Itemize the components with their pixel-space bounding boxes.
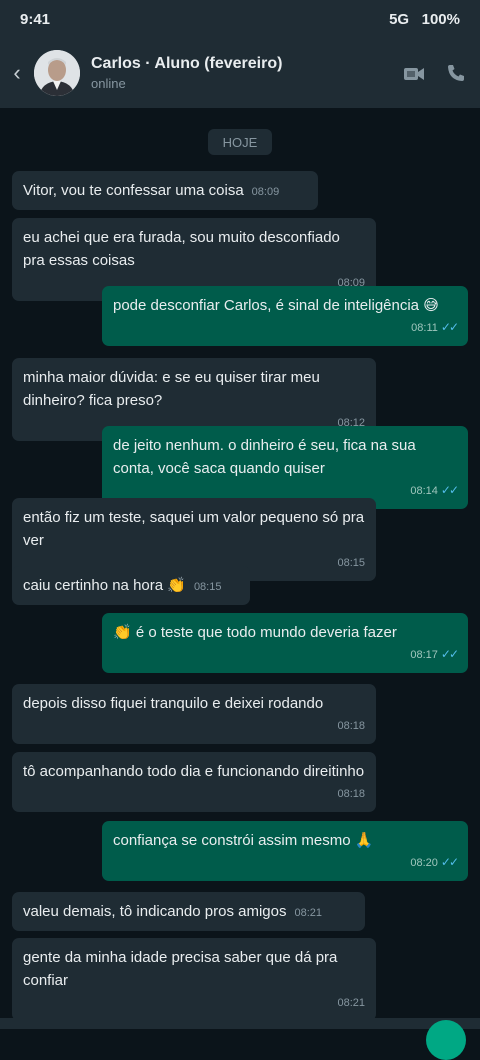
message-incoming[interactable]: valeu demais, tô indicando pros amigos 08… — [12, 892, 365, 931]
phone-icon[interactable] — [438, 55, 474, 91]
avatar[interactable] — [34, 50, 80, 96]
message-text: gente da minha idade precisa saber que d… — [23, 949, 338, 989]
message-incoming[interactable]: depois disso fiquei tranquilo e deixei r… — [12, 684, 376, 744]
message-text: caiu certinho na hora 👏 — [23, 577, 186, 594]
message-text: Vitor, vou te confessar uma coisa — [23, 182, 244, 199]
message-text: confiança se constrói assim mesmo 🙏 — [113, 832, 374, 849]
battery-indicator: 100% — [421, 10, 460, 28]
mic-button[interactable] — [426, 1020, 466, 1060]
message-text: pode desconfiar Carlos, é sinal de intel… — [113, 297, 439, 314]
message-time: 08:15 — [337, 557, 365, 569]
message-text: valeu demais, tô indicando pros amigos — [23, 903, 287, 920]
read-ticks-icon: ✓✓ — [440, 855, 459, 869]
back-arrow-icon[interactable]: ‹ — [0, 60, 34, 86]
message-time: 08:09 — [251, 186, 280, 198]
chat-area: HOJE Vitor, vou te confessar uma coisa 08… — [0, 108, 480, 1021]
message-text: tô acompanhando todo dia e funcionando d… — [23, 763, 365, 780]
message-time: 08:14 — [410, 485, 438, 497]
message-incoming[interactable]: caiu certinho na hora 👏 08:15 — [12, 566, 250, 605]
contact-info[interactable]: Carlos · Aluno (fevereiro) online — [91, 55, 396, 91]
message-incoming[interactable]: gente da minha idade precisa saber que d… — [12, 938, 376, 1021]
message-time: 08:20 — [410, 857, 438, 869]
message-outgoing[interactable]: pode desconfiar Carlos, é sinal de intel… — [102, 286, 468, 346]
date-chip: HOJE — [208, 129, 272, 155]
avatar-photo — [34, 50, 80, 96]
message-text: de jeito nenhum. o dinheiro é seu, fica … — [113, 437, 416, 477]
message-text: então fiz um teste, saquei um valor pequ… — [23, 509, 365, 549]
message-time: 08:17 — [410, 649, 438, 661]
input-bar[interactable] — [0, 1018, 480, 1029]
status-indicators: 5G 100% — [389, 11, 460, 28]
message-text: 👏 é o teste que todo mundo deveria fazer — [113, 624, 397, 641]
status-bar: 9:41 5G 100% — [0, 0, 480, 38]
message-time: 08:18 — [337, 788, 365, 800]
message-incoming[interactable]: tô acompanhando todo dia e funcionando d… — [12, 752, 376, 812]
contact-presence: online — [91, 76, 126, 91]
message-incoming[interactable]: Vitor, vou te confessar uma coisa 08:09 — [12, 171, 318, 210]
message-text: eu achei que era furada, sou muito desco… — [23, 229, 340, 269]
contact-name: Carlos · Aluno (fevereiro) — [91, 55, 283, 72]
chat-header: ‹ Carlos · Aluno (fevereiro) online — [0, 38, 480, 108]
message-time: 08:11 — [411, 322, 438, 334]
message-outgoing[interactable]: confiança se constrói assim mesmo 🙏 08:2… — [102, 821, 468, 881]
message-time: 08:21 — [294, 907, 323, 919]
message-text: minha maior dúvida: e se eu quiser tirar… — [23, 369, 320, 409]
message-time: 08:18 — [337, 720, 365, 732]
read-ticks-icon: ✓✓ — [440, 647, 459, 661]
message-outgoing[interactable]: 👏 é o teste que todo mundo deveria fazer… — [102, 613, 468, 673]
message-outgoing[interactable]: de jeito nenhum. o dinheiro é seu, fica … — [102, 426, 468, 509]
network-indicator: 5G — [389, 10, 410, 28]
read-ticks-icon: ✓✓ — [440, 483, 459, 497]
read-ticks-icon: ✓✓ — [440, 320, 459, 334]
message-text: depois disso fiquei tranquilo e deixei r… — [23, 695, 324, 712]
status-time: 9:41 — [20, 10, 51, 28]
message-time: 08:15 — [193, 581, 222, 593]
message-time: 08:21 — [337, 997, 365, 1009]
video-camera-icon[interactable] — [396, 55, 432, 91]
